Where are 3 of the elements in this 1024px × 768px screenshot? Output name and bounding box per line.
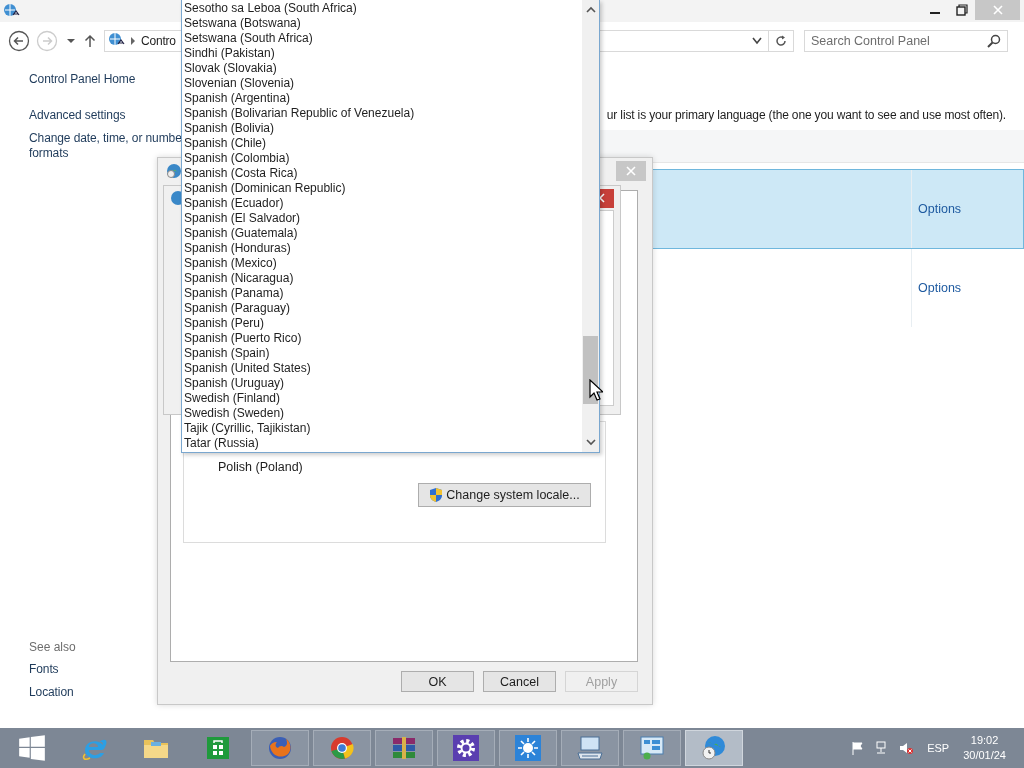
system-locale-text: Polish (Poland) <box>218 460 304 474</box>
intro-text: ur list is your primary language (the one you want to see and use most often). <box>606 108 1006 122</box>
see-also-heading: See also <box>29 640 77 654</box>
